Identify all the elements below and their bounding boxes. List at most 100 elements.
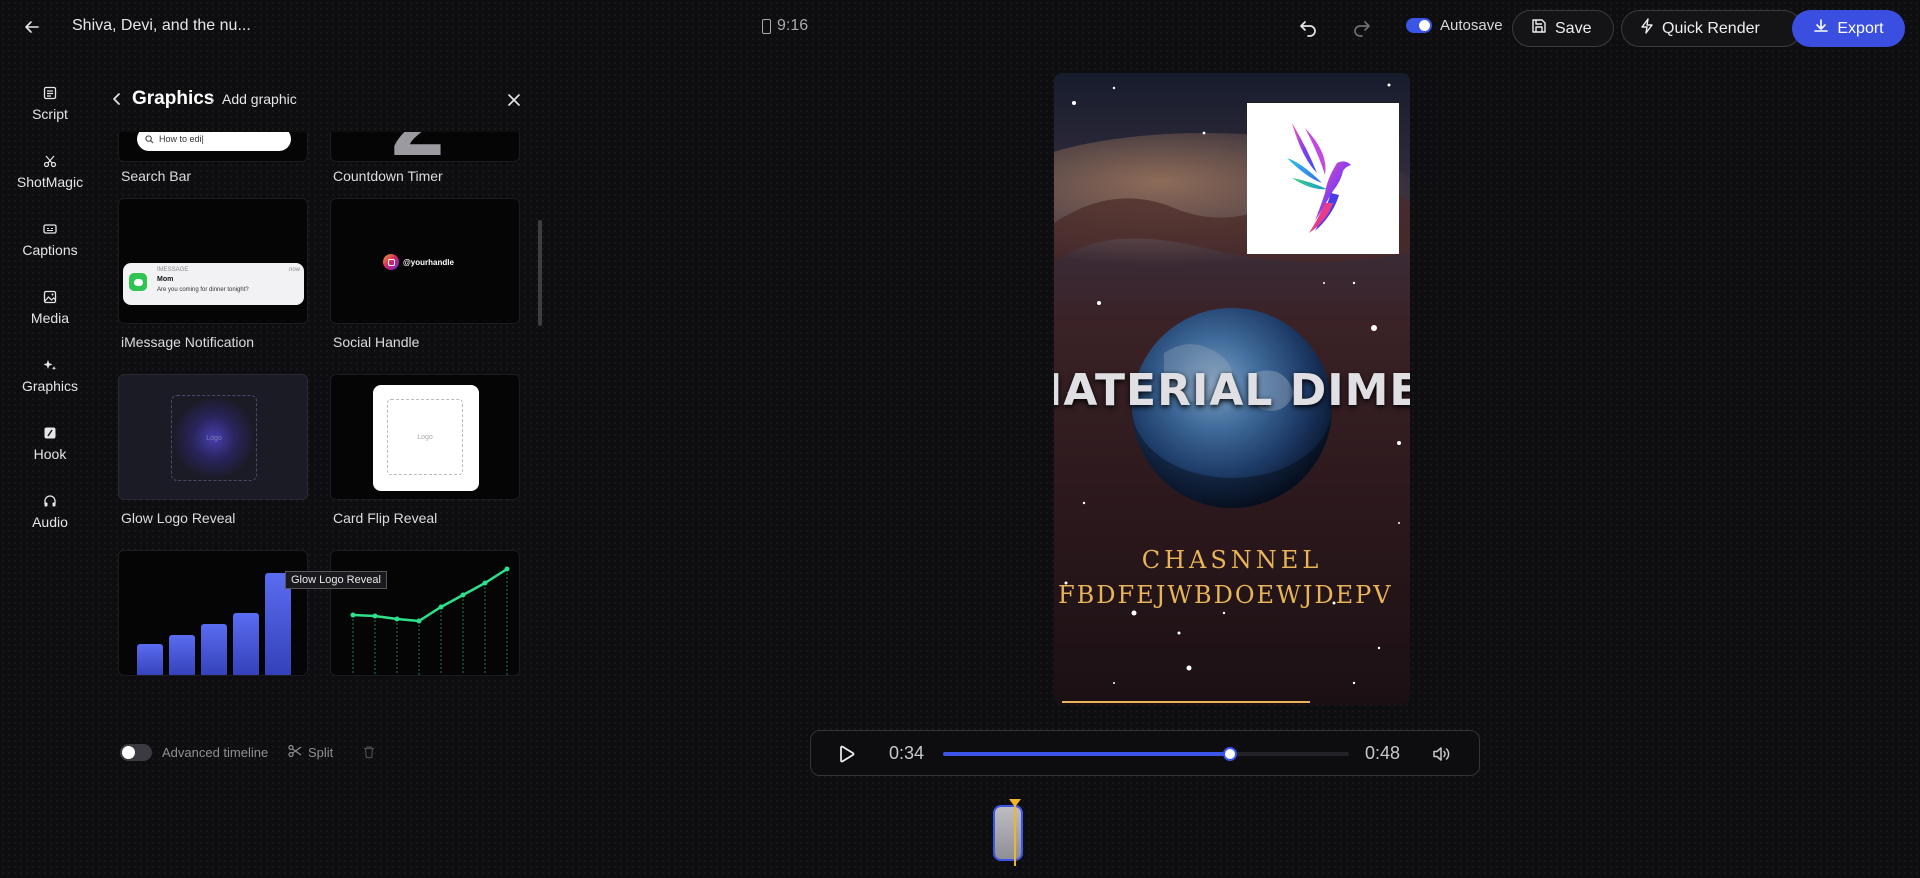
aspect-ratio-label: 9:16: [777, 17, 809, 34]
download-icon: [1813, 18, 1829, 39]
sidebar-item-audio[interactable]: Audio: [0, 493, 100, 545]
card-label: iMessage Notification: [121, 334, 255, 350]
graphic-card-bar-chart[interactable]: [118, 550, 312, 690]
playhead[interactable]: [1014, 800, 1016, 866]
redo-icon[interactable]: [1350, 15, 1374, 39]
sidebar-item-label: Media: [30, 310, 70, 326]
panel-scrollbar[interactable]: [538, 220, 542, 326]
card-thumbnail: IMESSAGE now Mom Are you coming for dinn…: [118, 198, 308, 324]
current-time: 0:34: [889, 743, 925, 763]
graphics-panel: Graphics › Add graphic How to edi| Searc…: [100, 70, 542, 720]
sparkle-icon: [42, 357, 58, 373]
sidebar-item-shotmagic[interactable]: ShotMagic: [0, 153, 100, 205]
notification-message: Are you coming for dinner tonight?: [157, 287, 249, 293]
split-label: Split: [308, 745, 334, 760]
aspect-ratio[interactable]: 9:16: [762, 17, 808, 35]
flip-card-preview: Logo: [373, 385, 479, 491]
advanced-timeline: Advanced timeline: [120, 744, 268, 761]
seek-handle[interactable]: [1223, 747, 1238, 761]
card-thumbnail: 2: [330, 132, 520, 162]
search-bar-preview: How to edi|: [137, 132, 291, 151]
line-chart-icon: [350, 566, 510, 675]
seek-bar-progress: [943, 752, 1231, 756]
notification-app: IMESSAGE: [157, 267, 189, 273]
sidebar-item-label: ShotMagic: [16, 174, 84, 190]
card-thumbnail: [330, 550, 520, 676]
play-icon[interactable]: [835, 743, 857, 765]
script-icon: [42, 85, 58, 101]
search-icon: [145, 134, 154, 144]
sidebar-item-label: Audio: [32, 514, 68, 530]
sidebar-item-label: Captions: [22, 242, 78, 258]
video-preview[interactable]: IATERIAL DIMENS CHASNNEL FBDFEJWBDOEWJDE…: [1054, 73, 1410, 705]
social-handle-text: @yourhandle: [403, 257, 454, 267]
panel-header: Graphics › Add graphic: [100, 88, 530, 112]
advanced-timeline-toggle[interactable]: [120, 744, 152, 761]
save-button[interactable]: Save: [1512, 10, 1614, 47]
sidebar-item-label: Script: [32, 106, 68, 122]
playback-controls: 0:34 0:48: [810, 730, 1480, 776]
sidebar-item-media[interactable]: Media: [0, 289, 100, 341]
card-label: Search Bar: [121, 168, 192, 184]
save-label: Save: [1555, 19, 1592, 37]
top-bar: Shiva, Devi, and the nu... 9:16 Autosave…: [0, 0, 1920, 55]
bird-logo-icon: [1287, 123, 1351, 233]
autosave: Autosave: [1406, 17, 1503, 34]
quick-render-button[interactable]: Quick Render: [1621, 10, 1802, 47]
card-thumbnail: Logo: [330, 374, 520, 500]
graphic-card-imessage-notification[interactable]: IMESSAGE now Mom Are you coming for dinn…: [118, 198, 312, 358]
card-thumbnail: Logo: [118, 374, 308, 500]
sidebar-item-hook[interactable]: Hook: [0, 425, 100, 477]
advanced-timeline-label: Advanced timeline: [162, 745, 269, 760]
lightning-icon: [1640, 18, 1654, 39]
sidebar-item-graphics[interactable]: Graphics: [0, 357, 100, 409]
breadcrumb-separator: ›: [210, 91, 215, 107]
sidebar-item-label: Graphics: [21, 378, 79, 394]
export-button[interactable]: Export: [1792, 10, 1905, 47]
card-thumbnail: [118, 550, 308, 676]
graphic-card-card-flip-reveal[interactable]: Logo Card Flip Reveal: [330, 374, 524, 534]
card-label: Countdown Timer: [333, 168, 443, 184]
preview-subtitle-line2: FBDFEJWBDOEWJDEPV: [1058, 581, 1393, 609]
quick-render-label: Quick Render: [1662, 19, 1760, 37]
sidebar-item-script[interactable]: Script: [0, 85, 100, 137]
split-button[interactable]: Split: [288, 744, 333, 761]
seek-bar[interactable]: [943, 747, 1349, 761]
trash-icon[interactable]: [362, 745, 378, 761]
chevron-left-icon[interactable]: [108, 90, 126, 108]
captions-icon: [42, 221, 58, 237]
back-arrow-icon[interactable]: [20, 15, 44, 39]
save-icon: [1531, 18, 1547, 39]
playhead-handle[interactable]: [1009, 799, 1021, 807]
preview-subtitle-line1: CHASNNEL: [1141, 546, 1323, 574]
graphic-card-social-handle[interactable]: @yourhandle Social Handle: [330, 198, 524, 358]
undo-icon[interactable]: [1296, 15, 1320, 39]
close-icon[interactable]: [504, 90, 524, 110]
brand-logo[interactable]: [1247, 103, 1399, 254]
search-bar-preview-text: How to edi|: [159, 134, 204, 144]
total-time: 0:48: [1365, 743, 1401, 763]
project-title[interactable]: Shiva, Devi, and the nu...: [72, 17, 251, 35]
card-thumbnail: @yourhandle: [330, 198, 520, 324]
timeline-clip[interactable]: [993, 805, 1023, 861]
glow-logo-text: Logo: [206, 434, 222, 442]
card-label: Glow Logo Reveal: [121, 510, 236, 526]
phone-icon: [762, 18, 771, 34]
sidebar-item-captions[interactable]: Captions: [0, 221, 100, 273]
autosave-label: Autosave: [1440, 17, 1503, 34]
graphic-card-search-bar[interactable]: How to edi| Search Bar: [118, 132, 312, 184]
glow-logo-placeholder: Logo: [171, 395, 257, 481]
graphic-card-countdown-timer[interactable]: 2 Countdown Timer: [330, 132, 524, 184]
image-icon: [42, 289, 58, 305]
notification-time: now: [289, 267, 301, 273]
tooltip: Glow Logo Reveal: [285, 571, 387, 589]
panel-title[interactable]: Graphics: [132, 88, 214, 110]
autosave-toggle[interactable]: [1406, 18, 1432, 33]
preview-headline: IATERIAL DIMENS: [1054, 365, 1410, 416]
scissors-icon: [288, 744, 302, 761]
notification-sender: Mom: [157, 276, 174, 283]
graphic-card-glow-logo-reveal[interactable]: Logo Glow Logo Reveal: [118, 374, 312, 534]
hook-icon: [42, 425, 58, 441]
countdown-number: 2: [391, 132, 444, 161]
volume-icon[interactable]: [1431, 744, 1451, 764]
